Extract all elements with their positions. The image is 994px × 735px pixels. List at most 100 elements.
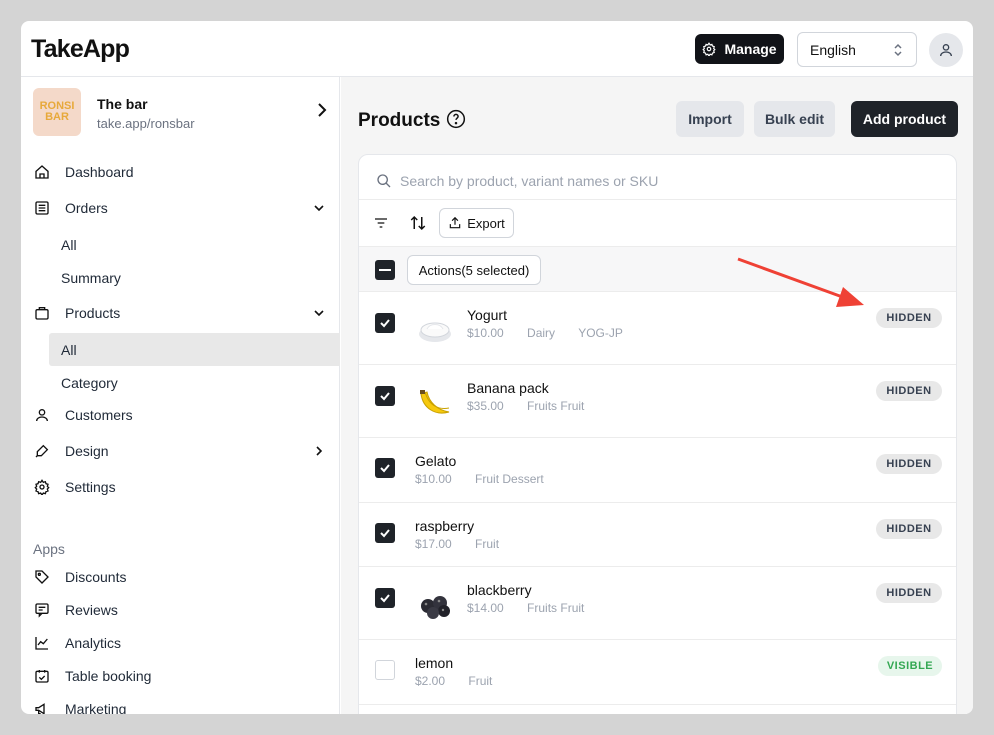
product-meta: $17.00 Fruit bbox=[415, 537, 519, 551]
sidebar-label: Orders bbox=[65, 200, 108, 216]
select-all-checkbox[interactable] bbox=[375, 260, 395, 280]
pen-icon bbox=[35, 444, 49, 458]
calendar-check-icon bbox=[35, 670, 49, 683]
store-logo: RONSI BAR bbox=[33, 88, 81, 136]
export-label: Export bbox=[467, 215, 505, 231]
table-row[interactable]: raspberry $17.00 Fruit HIDDEN bbox=[359, 503, 956, 567]
product-price: $17.00 bbox=[415, 537, 452, 551]
bulk-edit-button[interactable]: Bulk edit bbox=[754, 101, 835, 137]
home-icon bbox=[35, 165, 49, 179]
user-icon bbox=[940, 44, 952, 57]
sidebar-label: Products bbox=[65, 305, 121, 321]
table-row[interactable]: blackberry $14.00 Fruits Fruit HIDDEN bbox=[359, 567, 956, 640]
sidebar-item-orders-summary[interactable]: Summary bbox=[21, 261, 340, 294]
megaphone-icon bbox=[35, 703, 45, 714]
check-icon bbox=[380, 529, 390, 538]
status-badge: HIDDEN bbox=[876, 381, 942, 401]
sidebar-item-analytics[interactable]: Analytics bbox=[21, 627, 340, 659]
row-checkbox[interactable] bbox=[375, 458, 395, 478]
product-meta: $10.00 Dairy YOG-JP bbox=[467, 326, 643, 340]
status-badge: HIDDEN bbox=[876, 454, 942, 474]
row-checkbox[interactable] bbox=[375, 588, 395, 608]
sidebar-label: Settings bbox=[65, 479, 116, 495]
row-checkbox[interactable] bbox=[375, 660, 395, 680]
row-checkbox[interactable] bbox=[375, 386, 395, 406]
store-switcher[interactable]: RONSI BAR The bar take.app/ronsbar bbox=[33, 88, 333, 138]
sidebar-item-dashboard[interactable]: Dashboard bbox=[21, 156, 340, 188]
chevron-down-icon bbox=[314, 205, 324, 212]
sidebar-item-products[interactable]: Products bbox=[21, 297, 340, 329]
search-bar bbox=[359, 155, 956, 200]
sidebar-item-orders[interactable]: Orders bbox=[21, 192, 340, 224]
sidebar-label: Design bbox=[65, 443, 109, 459]
product-price: $10.00 bbox=[467, 326, 504, 340]
gear-icon bbox=[702, 42, 717, 56]
product-category: Fruits Fruit bbox=[527, 601, 585, 615]
table-row[interactable]: Gelato $10.00 Fruit Dessert HIDDEN bbox=[359, 438, 956, 503]
check-icon bbox=[380, 319, 390, 328]
sidebar-item-products-category[interactable]: Category bbox=[21, 366, 340, 399]
sidebar-item-orders-all[interactable]: All bbox=[21, 228, 340, 261]
row-checkbox[interactable] bbox=[375, 313, 395, 333]
check-icon bbox=[380, 594, 390, 603]
app-window: TakeApp Manage English RONSI BAR The bar… bbox=[21, 21, 973, 714]
sidebar-label: Customers bbox=[65, 407, 133, 423]
product-category: Fruit bbox=[475, 537, 500, 551]
import-button[interactable]: Import bbox=[676, 101, 744, 137]
sidebar-item-marketing[interactable]: Marketing bbox=[21, 693, 340, 714]
sidebar-item-design[interactable]: Design bbox=[21, 435, 340, 467]
language-select[interactable]: English bbox=[797, 32, 917, 67]
export-button[interactable]: Export bbox=[439, 208, 514, 238]
sidebar-item-table-booking[interactable]: Table booking bbox=[21, 660, 340, 692]
apps-section-title: Apps bbox=[33, 541, 65, 557]
chart-icon bbox=[35, 637, 48, 650]
sidebar-item-customers[interactable]: Customers bbox=[21, 399, 340, 431]
blackberry-image bbox=[421, 596, 450, 619]
sidebar-label: All bbox=[61, 236, 77, 253]
chevron-right-icon bbox=[318, 103, 327, 117]
sort-icon[interactable] bbox=[409, 214, 427, 232]
annotation-arrow bbox=[737, 257, 864, 307]
product-price: $35.00 bbox=[467, 399, 504, 413]
filter-icon[interactable] bbox=[373, 215, 389, 231]
product-name: Gelato bbox=[415, 453, 457, 469]
store-name: The bar bbox=[97, 96, 148, 112]
product-category: Fruit bbox=[468, 674, 493, 688]
search-input[interactable] bbox=[400, 168, 920, 194]
sidebar-item-settings[interactable]: Settings bbox=[21, 471, 340, 503]
sidebar-item-reviews[interactable]: Reviews bbox=[21, 594, 340, 626]
table-row[interactable]: Banana pack $35.00 Fruits Fruit HIDDEN bbox=[359, 365, 956, 438]
sidebar-label: Dashboard bbox=[65, 164, 134, 180]
updown-chevron-icon bbox=[894, 43, 902, 57]
help-icon[interactable] bbox=[446, 109, 466, 129]
orders-icon bbox=[35, 201, 49, 215]
box-icon bbox=[35, 307, 49, 320]
status-badge: VISIBLE bbox=[878, 656, 942, 676]
manage-button[interactable]: Manage bbox=[695, 34, 784, 64]
chevron-down-icon bbox=[314, 310, 324, 317]
takeapp-logo[interactable]: TakeApp bbox=[31, 35, 130, 64]
sidebar-item-discounts[interactable]: Discounts bbox=[21, 561, 340, 593]
actions-button[interactable]: Actions(5 selected) bbox=[407, 255, 541, 285]
manage-label: Manage bbox=[724, 41, 777, 57]
sidebar-label: All bbox=[61, 341, 77, 358]
product-name: Yogurt bbox=[467, 307, 507, 323]
search-icon bbox=[377, 174, 391, 188]
add-product-button[interactable]: Add product bbox=[851, 101, 958, 137]
sidebar-item-products-all[interactable]: All bbox=[49, 333, 340, 366]
store-url: take.app/ronsbar bbox=[97, 116, 195, 131]
product-category: Dairy bbox=[527, 326, 556, 340]
gear-icon bbox=[34, 479, 50, 495]
sidebar-label: Summary bbox=[61, 269, 121, 286]
product-price: $10.00 bbox=[415, 472, 452, 486]
user-avatar[interactable] bbox=[929, 33, 963, 67]
top-bar: TakeApp Manage English bbox=[21, 21, 973, 77]
product-name: Banana pack bbox=[467, 380, 549, 396]
sidebar-label: Analytics bbox=[65, 635, 122, 651]
person-icon bbox=[36, 409, 48, 422]
table-row[interactable]: lemon $2.00 Fruit VISIBLE bbox=[359, 640, 956, 705]
sidebar-label: Reviews bbox=[65, 602, 118, 618]
product-category: Fruit Dessert bbox=[475, 472, 544, 486]
product-category: Fruits Fruit bbox=[527, 399, 585, 413]
row-checkbox[interactable] bbox=[375, 523, 395, 543]
